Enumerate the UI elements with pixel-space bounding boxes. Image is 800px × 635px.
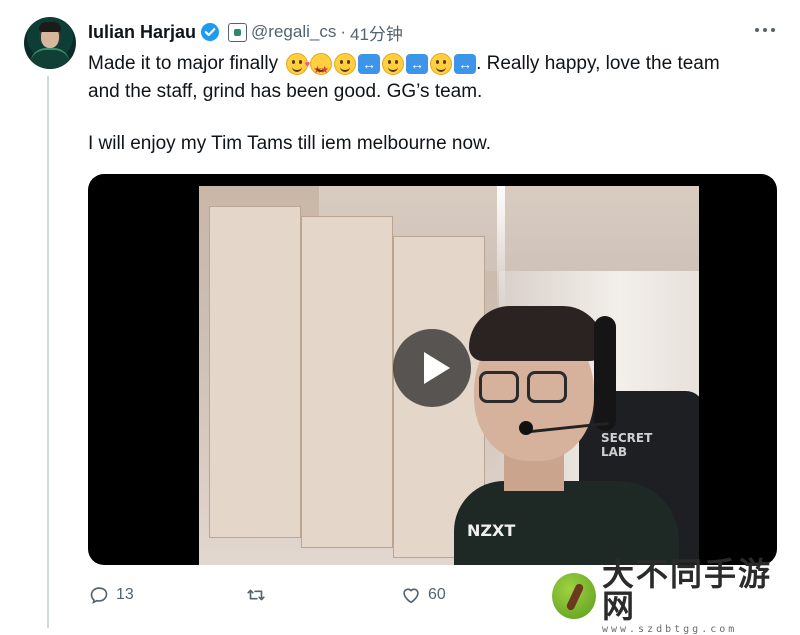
left-right-arrow-icon: ↔ <box>406 54 429 74</box>
smiling-face-with-hearts-icon: ♥ <box>286 53 310 75</box>
author-name[interactable]: Iulian Harjau <box>88 22 196 43</box>
tweet-header: Iulian Harjau @regali_cs · 41分钟 <box>88 20 403 44</box>
left-right-arrow-icon: ↔ <box>454 54 477 74</box>
reply-icon <box>90 587 108 604</box>
avatar[interactable] <box>24 17 76 69</box>
tweet-line-1-prefix: Made it to major finally <box>88 53 279 74</box>
tweet-line-1-suffix: . Really happy, love the team <box>476 53 720 74</box>
heart-icon <box>403 588 419 604</box>
jersey-brand-text: NZXT <box>467 521 516 540</box>
verified-badge-icon <box>200 22 220 42</box>
slightly-smiling-face-icon <box>334 53 357 75</box>
play-button[interactable] <box>393 329 471 407</box>
star-struck-icon <box>310 53 333 85</box>
watermark-url: www.szdbtgg.com <box>601 623 738 635</box>
author-handle[interactable]: @regali_cs <box>251 22 336 42</box>
thread-line <box>47 76 49 628</box>
more-options-icon[interactable] <box>750 18 780 42</box>
tweet-text: Made it to major finally ♥ ↔ ↔ ↔ . Reall… <box>88 50 788 158</box>
retweet-icon <box>247 589 265 601</box>
reply-count: 13 <box>116 586 134 603</box>
left-right-arrow-icon: ↔ <box>358 54 381 74</box>
like-count: 60 <box>428 586 446 603</box>
timestamp[interactable]: 41分钟 <box>350 20 403 45</box>
tweet-line-2: and the staff, grind has been good. GG’s… <box>88 81 483 102</box>
reply-button[interactable]: 13 <box>88 580 134 610</box>
slightly-smiling-face-icon <box>430 53 453 75</box>
site-watermark: 大不同手游网 www.szdbtgg.com <box>552 558 797 634</box>
tweet-line-1: Made it to major finally ♥ ↔ ↔ ↔ . Reall… <box>88 50 788 85</box>
video-person: NZXT <box>449 301 679 565</box>
retweet-button[interactable] <box>245 580 267 610</box>
like-button[interactable]: 60 <box>400 580 446 610</box>
separator-dot: · <box>340 22 346 41</box>
watermark-logo-icon <box>552 573 596 619</box>
slightly-smiling-face-icon <box>382 53 405 75</box>
team-affiliation-icon[interactable] <box>228 22 248 42</box>
video-player[interactable]: SECRET LAB NZXT <box>88 174 777 565</box>
tweet-actions: 13 60 <box>88 580 508 610</box>
watermark-title: 大不同手游网 <box>601 554 772 625</box>
tweet-line-3: I will enjoy my Tim Tams till iem melbou… <box>88 133 491 154</box>
